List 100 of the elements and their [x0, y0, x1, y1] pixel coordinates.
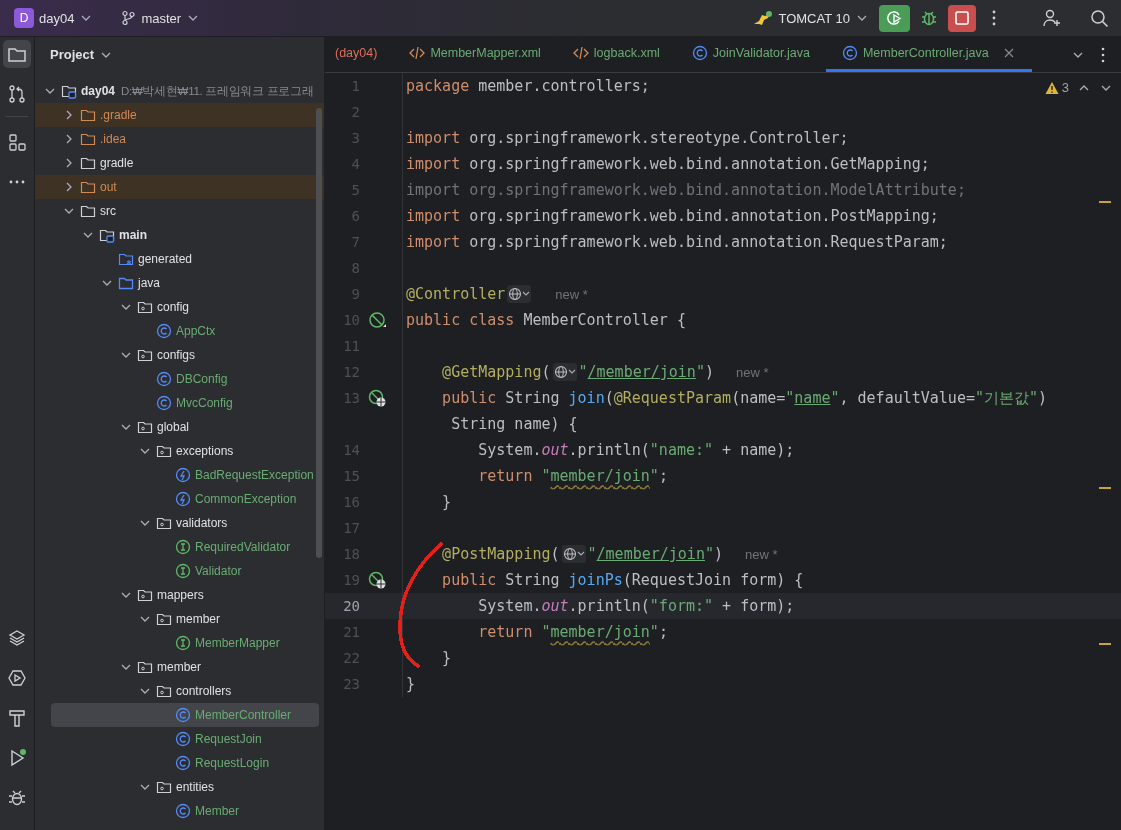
module-folder-icon — [61, 83, 77, 99]
code-line: System.out.println("form:" + form); — [477, 597, 795, 615]
class-icon — [175, 731, 191, 747]
package-icon — [137, 347, 153, 363]
code-line: import org.springframework.web.bind.annotation.PostMapping; — [405, 207, 939, 225]
class-icon — [156, 323, 172, 339]
code-line: public String join(@RequestParam(name="name", defaultValue="기본값") — [441, 388, 1048, 408]
tree-item[interactable]: mappers — [35, 583, 324, 607]
folder-icon — [80, 155, 96, 171]
hammer-icon — [7, 708, 27, 728]
bug-icon — [920, 9, 938, 27]
editor-tab[interactable]: (day04) — [325, 37, 394, 72]
tree-item[interactable]: AppCtx — [35, 319, 324, 343]
editor-tab[interactable]: logback.xml — [556, 37, 676, 72]
tree-item[interactable]: CommonException — [35, 487, 324, 511]
package-icon — [137, 587, 153, 603]
globe-icon — [553, 365, 568, 379]
stop-button[interactable] — [948, 4, 976, 32]
run-config-selector[interactable]: TOMCAT 10 — [748, 6, 873, 30]
tool-window-button[interactable] — [3, 40, 31, 68]
code-line: package member.controllers; — [405, 77, 650, 95]
tree-item[interactable]: RequestLogin — [35, 751, 324, 775]
branch-selector[interactable]: master — [117, 7, 205, 29]
stop-icon — [954, 10, 970, 26]
tree-item[interactable]: Validator — [35, 559, 324, 583]
editor-tab[interactable]: MemberController.java — [825, 37, 1032, 72]
warning-icon — [1044, 80, 1059, 95]
xml-tag-icon — [572, 45, 589, 61]
tree-item[interactable]: RequiredValidator — [35, 535, 324, 559]
package-icon — [137, 419, 153, 435]
layers-icon — [7, 628, 27, 648]
project-path: D:₩박세현₩11. 프레임워크 프로그래 — [121, 83, 314, 99]
tree-item[interactable]: src — [35, 199, 324, 223]
tree-item[interactable]: global — [35, 415, 324, 439]
folder-icon — [80, 107, 96, 123]
project-avatar: D — [14, 8, 34, 28]
folder-icon — [80, 203, 96, 219]
tree-item[interactable]: day04 D:₩박세현₩11. 프레임워크 프로그래 — [35, 79, 324, 103]
tree-item[interactable]: configs — [35, 343, 324, 367]
editor-tab[interactable]: MemberMapper.xml — [393, 37, 557, 72]
code-line: public String joinPs(RequestJoin form) { — [441, 571, 804, 589]
bug-icon — [7, 788, 27, 808]
module-folder-icon — [99, 227, 115, 243]
tree-item[interactable]: controllers — [35, 679, 324, 703]
endpoint-inlay[interactable] — [552, 363, 577, 381]
tree-item[interactable]: MemberController — [51, 703, 319, 727]
commit-graph-icon — [7, 84, 27, 104]
line-number: 20 — [342, 598, 361, 614]
source-folder-icon — [118, 275, 134, 291]
author-hint: new * — [745, 546, 778, 562]
tree-item[interactable]: member — [35, 655, 324, 679]
tree-item[interactable]: RequestJoin — [35, 727, 324, 751]
endpoint-inlay[interactable] — [561, 545, 586, 563]
code-line: import org.springframework.web.bind.annotation.RequestParam; — [405, 233, 948, 251]
code-line: import org.springframework.stereotype.Controller; — [405, 129, 849, 147]
code-line: import org.springframework.web.bind.annotation.GetMapping; — [405, 155, 930, 173]
code-line: } — [441, 493, 452, 511]
tree-item[interactable]: generated — [35, 247, 324, 271]
folder-icon — [80, 179, 96, 195]
tree-item[interactable]: entities — [35, 775, 324, 799]
tree-item[interactable]: .gradle — [35, 103, 324, 127]
author-hint: new * — [555, 286, 588, 302]
tree-item[interactable]: config — [35, 295, 324, 319]
interface-icon — [175, 563, 191, 579]
warning-count[interactable]: 3 — [1044, 80, 1069, 95]
tree-item[interactable]: BadRequestException — [35, 463, 324, 487]
panel-title-dropdown[interactable]: Project — [48, 45, 116, 64]
code-line: String name) { — [450, 415, 578, 433]
run-config-name: TOMCAT 10 — [778, 10, 850, 26]
scrollbar[interactable] — [316, 108, 322, 558]
project-selector[interactable]: D day04 — [10, 5, 98, 31]
tree-item[interactable]: main — [35, 223, 324, 247]
code-line: @GetMapping( "/member/join") new * — [441, 363, 769, 381]
class-icon — [175, 803, 191, 819]
tree-item[interactable]: DBConfig — [35, 367, 324, 391]
code-line: @PostMapping( "/member/join") new * — [441, 545, 778, 563]
package-icon — [156, 611, 172, 627]
interface-icon — [175, 539, 191, 555]
tree-item[interactable]: .idea — [35, 127, 324, 151]
tree-item[interactable]: validators — [35, 511, 324, 535]
tree-item[interactable]: out — [35, 175, 324, 199]
editor-tab[interactable]: JoinValidator.java — [675, 37, 826, 72]
package-icon — [156, 779, 172, 795]
tree-item[interactable]: java — [35, 271, 324, 295]
tree-item[interactable]: gradle — [35, 151, 324, 175]
chevron-down-icon — [522, 290, 531, 298]
tree-item[interactable]: MemberMapper — [35, 631, 324, 655]
class-icon — [841, 45, 858, 61]
more-horizontal-icon — [9, 180, 25, 184]
search-icon — [1090, 8, 1109, 28]
tree-item[interactable]: exceptions — [35, 439, 324, 463]
code-line: return "member/join"; — [477, 467, 668, 485]
class-icon — [691, 45, 708, 61]
tree-item[interactable]: member — [35, 607, 324, 631]
code-line: public class MemberController { — [405, 311, 686, 329]
rerun-button[interactable] — [879, 4, 910, 32]
tree-item[interactable]: MvcConfig — [35, 391, 324, 415]
endpoint-inlay[interactable] — [507, 285, 532, 303]
tree-item[interactable]: Member — [35, 799, 324, 823]
package-icon — [156, 443, 172, 459]
